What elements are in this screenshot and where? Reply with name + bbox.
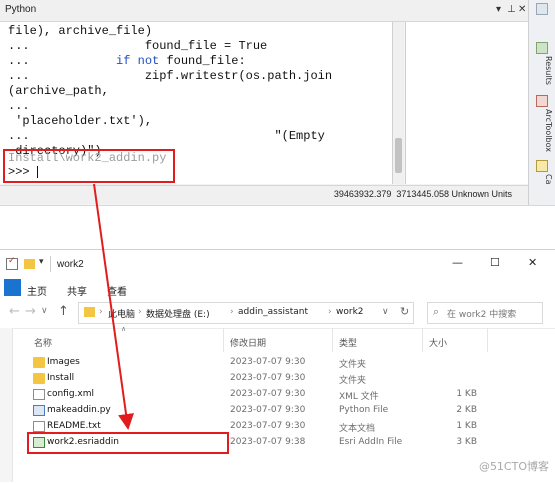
watermark: @51CTO博客 — [478, 460, 549, 473]
connector-arrow — [93, 183, 134, 430]
